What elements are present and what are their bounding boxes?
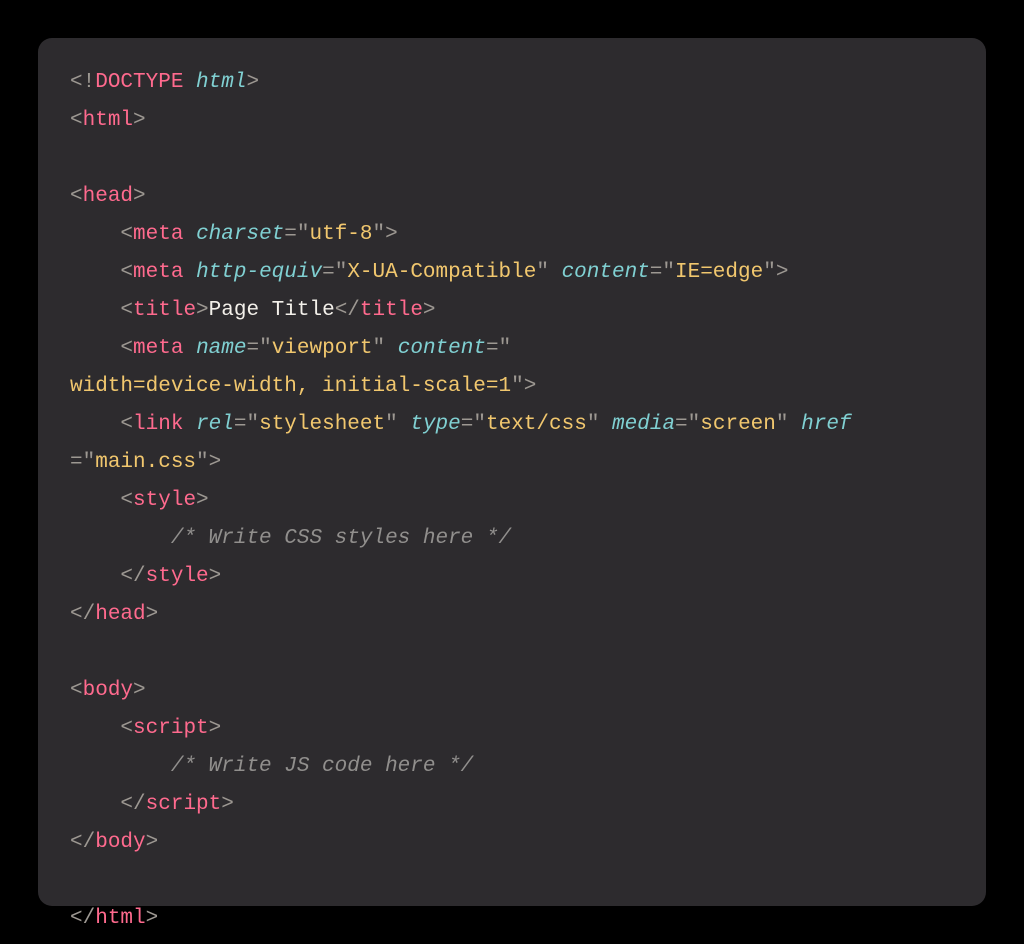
code-line: <title>Page Title</title>	[70, 299, 436, 322]
code-line: <style>	[70, 489, 209, 512]
code-editor[interactable]: <!DOCTYPE html> <html> <head> <meta char…	[38, 38, 986, 906]
code-line: <html>	[70, 109, 146, 132]
code-line: /* Write CSS styles here */	[70, 527, 511, 550]
code-line: ="main.css">	[70, 451, 221, 474]
code-line: </head>	[70, 603, 158, 626]
code-line: <head>	[70, 185, 146, 208]
code-line: <meta name="viewport" content="	[70, 337, 511, 360]
code-line: </style>	[70, 565, 221, 588]
code-line: <script>	[70, 717, 221, 740]
code-line: width=device-width, initial-scale=1">	[70, 375, 536, 398]
code-line: <link rel="stylesheet" type="text/css" m…	[70, 413, 852, 436]
code-line: </script>	[70, 793, 234, 816]
code-line: /* Write JS code here */	[70, 755, 473, 778]
code-line: <!DOCTYPE html>	[70, 71, 259, 94]
code-line: </html>	[70, 907, 158, 930]
code-line: <meta charset="utf-8">	[70, 223, 398, 246]
code-line: <meta http-equiv="X-UA-Compatible" conte…	[70, 261, 788, 284]
code-line: <body>	[70, 679, 146, 702]
code-line: </body>	[70, 831, 158, 854]
